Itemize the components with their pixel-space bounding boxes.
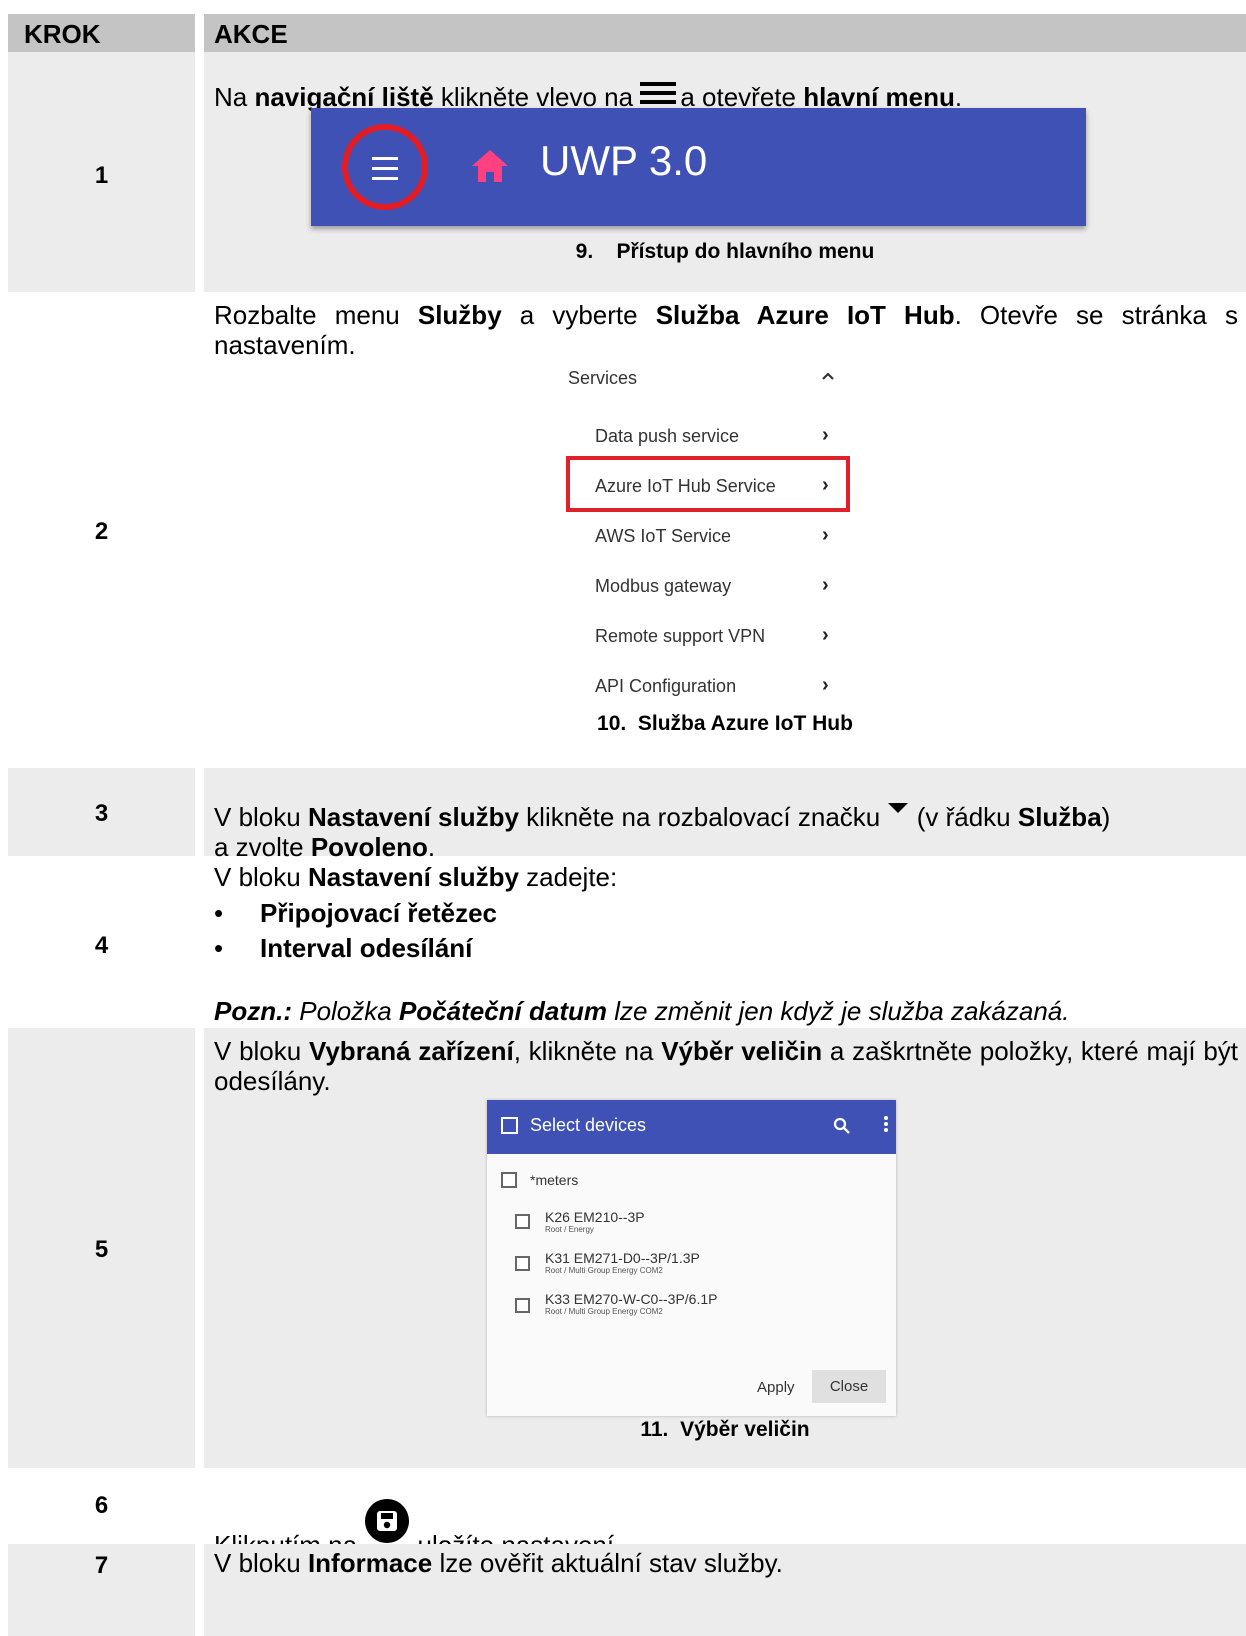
step-text: V bloku Informace lze ověřit aktuální st…: [214, 1548, 783, 1578]
hamburger-menu-icon: [640, 80, 677, 104]
device-checkbox[interactable]: [515, 1298, 530, 1313]
step-text: V bloku Nastavení služby zadejte:: [214, 862, 618, 892]
header-action: AKCE: [214, 19, 288, 49]
figure-caption: 9. Přístup do hlavního menu: [575, 240, 875, 263]
highlight-circle: [342, 124, 428, 210]
select-devices-dialog: Select devices *meters K26 EM210--3P Roo…: [487, 1100, 896, 1416]
save-icon: [364, 1498, 410, 1544]
menu-item[interactable]: Data push service: [595, 426, 739, 447]
hamburger-menu-icon[interactable]: [372, 157, 398, 187]
device-path: Root / Multi Group Energy COM2: [545, 1307, 663, 1316]
dropdown-arrow-icon: [887, 790, 909, 813]
chevron-up-icon[interactable]: [820, 366, 836, 387]
step-row-1: 1 Na navigační liště klikněte vlevo na a…: [8, 52, 1246, 292]
menu-item-selected[interactable]: Azure IoT Hub Service: [595, 476, 776, 497]
more-options-icon[interactable]: [884, 1116, 888, 1134]
header-step: KROK: [24, 19, 101, 49]
device-path: Root / Energy: [545, 1225, 594, 1234]
chevron-right-icon: ›: [822, 674, 829, 696]
step-row-7: 7 V bloku Informace lze ověřit aktuální …: [8, 1544, 1246, 1636]
dialog-title: Select devices: [530, 1115, 647, 1135]
bullet-icon: •: [214, 933, 224, 963]
close-button[interactable]: Close: [812, 1370, 886, 1403]
device-name: K33 EM270-W-C0--3P/6.1P: [545, 1291, 718, 1307]
search-icon[interactable]: [833, 1117, 851, 1140]
step-number: 2: [94, 518, 109, 545]
device-checkbox[interactable]: [515, 1214, 530, 1229]
chevron-right-icon: ›: [822, 624, 829, 646]
figure-caption: 10. Služba Azure IoT Hub: [597, 712, 853, 735]
step-text: V bloku Nastavení služby klikněte na roz…: [214, 790, 1238, 862]
step-number: 5: [94, 1236, 109, 1263]
step-number: 6: [94, 1492, 109, 1519]
group-label: *meters: [530, 1172, 579, 1188]
device-checkbox[interactable]: [515, 1256, 530, 1271]
dialog-toolbar: Select devices: [487, 1100, 896, 1154]
step-number: 7: [94, 1552, 109, 1579]
step-text: V bloku Vybraná zařízení, klikněte na Vý…: [214, 1036, 1239, 1096]
step-number: 3: [94, 800, 109, 827]
step-row-6: 6 Kliknutím na uložíte nastavení.: [8, 1468, 1246, 1560]
bullet-item: • Připojovací řetězec: [214, 898, 497, 928]
step-number: 4: [94, 932, 109, 959]
device-name: K31 EM271-D0--3P/1.3P: [545, 1250, 700, 1266]
device-path: Root / Multi Group Energy COM2: [545, 1266, 663, 1275]
home-icon[interactable]: [470, 148, 510, 189]
group-checkbox[interactable]: [501, 1172, 517, 1188]
note: Pozn.: Položka Počáteční datum lze změni…: [214, 996, 1070, 1026]
chevron-right-icon: ›: [822, 574, 829, 596]
select-all-checkbox[interactable]: [501, 1117, 518, 1134]
figure-caption: 11. Výběr veličin: [640, 1418, 810, 1441]
menu-header[interactable]: Services: [568, 368, 637, 389]
app-title: UWP 3.0: [540, 137, 708, 184]
apply-button[interactable]: Apply: [757, 1379, 795, 1396]
navigation-bar: UWP 3.0: [311, 108, 1086, 226]
step-text: Rozbalte menu Služby a vyberte Služba Az…: [214, 300, 1238, 360]
chevron-right-icon: ›: [822, 524, 829, 546]
bullet-icon: •: [214, 898, 224, 928]
menu-item[interactable]: Remote support VPN: [595, 626, 765, 647]
menu-item[interactable]: AWS IoT Service: [595, 526, 731, 547]
chevron-right-icon: ›: [822, 424, 829, 446]
menu-item[interactable]: API Configuration: [595, 676, 736, 697]
step-row-3: 3 V bloku Nastavení služby klikněte na r…: [8, 768, 1246, 862]
menu-item[interactable]: Modbus gateway: [595, 576, 731, 597]
table-header: KROK AKCE: [8, 14, 1246, 52]
step-number: 1: [94, 162, 109, 189]
device-name: K26 EM210--3P: [545, 1209, 645, 1225]
services-menu: Services Data push service › Azure IoT H…: [552, 358, 852, 718]
step-row-4: 4 V bloku Nastavení služby zadejte: • Při…: [8, 856, 1246, 1028]
bullet-item: • Interval odesílání: [214, 933, 473, 963]
chevron-right-icon: ›: [822, 474, 829, 496]
